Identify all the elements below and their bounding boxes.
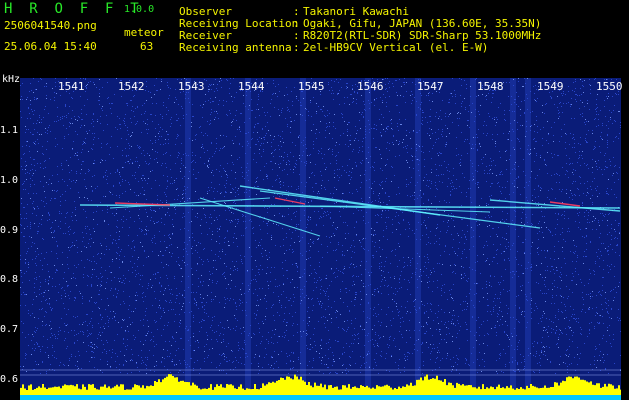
spectrogram-canvas [20,78,621,400]
antenna-row: Receiving antenna : 2el-HB9CV Vertical (… [179,41,488,54]
file-name: 2506041540.png [4,19,97,32]
x-tick-label: 1549 [537,80,564,93]
antenna-key: Receiving antenna [179,41,292,54]
event-label: meteor [124,26,164,39]
meteor-echo-trace [489,199,621,212]
date-time: 25.06.04 15:40 [4,40,97,53]
y-tick-label: 0.9 [0,225,19,236]
x-tick-label: 1543 [178,80,205,93]
location-row: Receiving Location : Ogaki, Gifu, JAPAN … [179,17,541,30]
x-tick-label: 1542 [118,80,145,93]
y-axis-unit: kHz [2,74,21,85]
x-tick-label: 1546 [357,80,384,93]
noise-band [185,78,191,400]
antenna-value: 2el-HB9CV Vertical (el. E-W) [303,41,489,54]
level-baseline [20,395,621,400]
observer-row: Observer : Takanori Kawachi [179,5,409,18]
y-tick-label: 0.7 [0,324,19,335]
x-tick-label: 1544 [238,80,265,93]
antenna-colon: : [293,41,300,54]
noise-band [300,78,306,400]
x-tick-label: 1548 [477,80,504,93]
app-title: H R O F F T [4,1,143,17]
x-tick-label: 1545 [298,80,325,93]
hrofft-window: H R O F F T 1.0.0 2506041540.png meteor … [0,0,629,400]
event-count: 63 [140,40,154,53]
y-tick-label: 1.0 [0,175,19,186]
x-tick-label: 1547 [417,80,444,93]
x-tick-label: 1541 [58,80,85,93]
noise-band [245,78,251,400]
y-tick-label: 1.1 [0,125,19,136]
receiver-row: Receiver : R820T2(RTL-SDR) SDR-Sharp 53.… [179,29,541,42]
app-version: 1.0.0 [124,4,155,15]
x-tick-label: 1550 [596,80,623,93]
y-tick-label: 0.8 [0,274,19,285]
spectrogram-waterfall [20,78,621,400]
noise-band [470,78,476,400]
noise-band [510,78,516,400]
y-tick-label: 0.6 [0,374,19,385]
